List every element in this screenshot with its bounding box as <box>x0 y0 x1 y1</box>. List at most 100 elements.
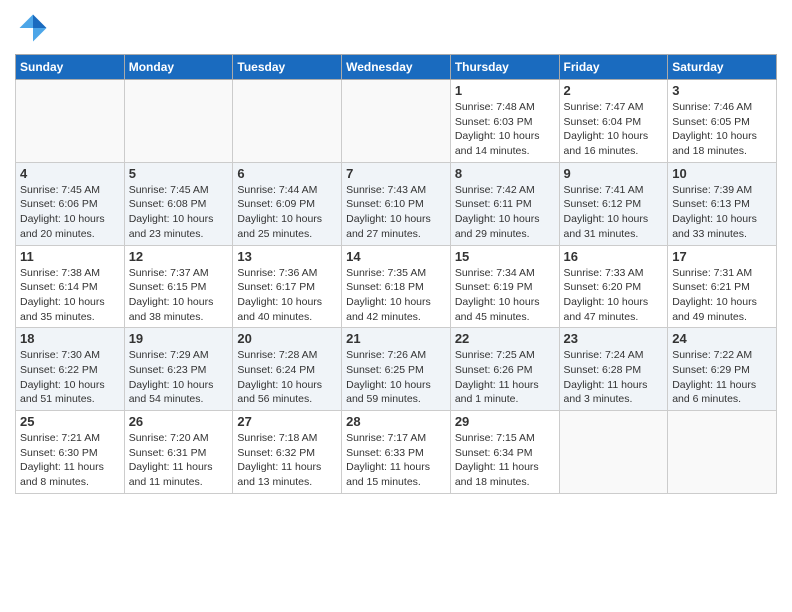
day-info: Sunrise: 7:41 AM Sunset: 6:12 PM Dayligh… <box>564 183 664 242</box>
day-number: 21 <box>346 331 446 346</box>
day-cell: 21Sunrise: 7:26 AM Sunset: 6:25 PM Dayli… <box>342 328 451 411</box>
day-cell: 27 Sunrise: 7:18 AM Sunset: 6:32 PM Dayli… <box>233 411 342 494</box>
calendar-header: SundayMondayTuesdayWednesdayThursdayFrid… <box>16 55 777 80</box>
day-info: Sunrise: 7:47 AM Sunset: 6:04 PM Dayligh… <box>564 100 664 159</box>
week-row-4: 18 Sunrise: 7:30 AM Sunset: 6:22 PM Dayli… <box>16 328 777 411</box>
day-info: Sunrise: 7:39 AM Sunset: 6:13 PM Dayligh… <box>672 183 772 242</box>
day-number: 15 <box>455 249 555 264</box>
day-cell: 2 Sunrise: 7:47 AM Sunset: 6:04 PM Daylig… <box>559 80 668 163</box>
day-cell: 7 Sunrise: 7:43 AM Sunset: 6:10 PM Daylig… <box>342 162 451 245</box>
day-number: 6 <box>237 166 337 181</box>
day-cell: 6 Sunrise: 7:44 AM Sunset: 6:09 PM Daylig… <box>233 162 342 245</box>
day-info: Sunrise: 7:28 AM Sunset: 6:24 PM Dayligh… <box>237 348 337 407</box>
day-info: Sunrise: 7:18 AM Sunset: 6:32 PM Dayligh… <box>237 431 337 490</box>
week-row-5: 25 Sunrise: 7:21 AM Sunset: 6:30 PM Dayli… <box>16 411 777 494</box>
day-number: 29 <box>455 414 555 429</box>
day-cell: 10 Sunrise: 7:39 AM Sunset: 6:13 PM Dayli… <box>668 162 777 245</box>
day-cell: 22Sunrise: 7:25 AM Sunset: 6:26 PM Dayli… <box>450 328 559 411</box>
day-info: Sunrise: 7:25 AM Sunset: 6:26 PM Dayligh… <box>455 348 555 407</box>
day-info: Sunrise: 7:34 AM Sunset: 6:19 PM Dayligh… <box>455 266 555 325</box>
day-info: Sunrise: 7:38 AM Sunset: 6:14 PM Dayligh… <box>20 266 120 325</box>
day-number: 9 <box>564 166 664 181</box>
day-number: 16 <box>564 249 664 264</box>
calendar-body: 1 Sunrise: 7:48 AM Sunset: 6:03 PM Daylig… <box>16 80 777 494</box>
day-info: Sunrise: 7:36 AM Sunset: 6:17 PM Dayligh… <box>237 266 337 325</box>
day-info: Sunrise: 7:15 AM Sunset: 6:34 PM Dayligh… <box>455 431 555 490</box>
day-info: Sunrise: 7:24 AM Sunset: 6:28 PM Dayligh… <box>564 348 664 407</box>
day-cell: 18 Sunrise: 7:30 AM Sunset: 6:22 PM Dayli… <box>16 328 125 411</box>
col-header-monday: Monday <box>124 55 233 80</box>
day-cell: 26Sunrise: 7:20 AM Sunset: 6:31 PM Dayli… <box>124 411 233 494</box>
day-cell: 11Sunrise: 7:38 AM Sunset: 6:14 PM Dayli… <box>16 245 125 328</box>
day-number: 1 <box>455 83 555 98</box>
day-info: Sunrise: 7:46 AM Sunset: 6:05 PM Dayligh… <box>672 100 772 159</box>
day-info: Sunrise: 7:45 AM Sunset: 6:08 PM Dayligh… <box>129 183 229 242</box>
day-number: 18 <box>20 331 120 346</box>
day-number: 2 <box>564 83 664 98</box>
day-cell <box>233 80 342 163</box>
day-number: 27 <box>237 414 337 429</box>
day-info: Sunrise: 7:22 AM Sunset: 6:29 PM Dayligh… <box>672 348 772 407</box>
day-number: 24 <box>672 331 772 346</box>
week-row-2: 4 Sunrise: 7:45 AM Sunset: 6:06 PM Daylig… <box>16 162 777 245</box>
calendar-table: SundayMondayTuesdayWednesdayThursdayFrid… <box>15 54 777 494</box>
day-info: Sunrise: 7:43 AM Sunset: 6:10 PM Dayligh… <box>346 183 446 242</box>
day-number: 10 <box>672 166 772 181</box>
day-number: 7 <box>346 166 446 181</box>
day-cell: 15 Sunrise: 7:34 AM Sunset: 6:19 PM Dayli… <box>450 245 559 328</box>
day-number: 23 <box>564 331 664 346</box>
day-cell: 16 Sunrise: 7:33 AM Sunset: 6:20 PM Dayli… <box>559 245 668 328</box>
col-header-friday: Friday <box>559 55 668 80</box>
day-cell: 19 Sunrise: 7:29 AM Sunset: 6:23 PM Dayli… <box>124 328 233 411</box>
col-header-wednesday: Wednesday <box>342 55 451 80</box>
day-number: 13 <box>237 249 337 264</box>
day-cell: 17Sunrise: 7:31 AM Sunset: 6:21 PM Dayli… <box>668 245 777 328</box>
day-number: 25 <box>20 414 120 429</box>
day-cell: 14 Sunrise: 7:35 AM Sunset: 6:18 PM Dayli… <box>342 245 451 328</box>
day-info: Sunrise: 7:30 AM Sunset: 6:22 PM Dayligh… <box>20 348 120 407</box>
day-number: 26 <box>129 414 229 429</box>
day-cell: 13 Sunrise: 7:36 AM Sunset: 6:17 PM Dayli… <box>233 245 342 328</box>
day-info: Sunrise: 7:45 AM Sunset: 6:06 PM Dayligh… <box>20 183 120 242</box>
day-cell: 28 Sunrise: 7:17 AM Sunset: 6:33 PM Dayli… <box>342 411 451 494</box>
page: SundayMondayTuesdayWednesdayThursdayFrid… <box>0 0 792 612</box>
day-number: 4 <box>20 166 120 181</box>
day-number: 20 <box>237 331 337 346</box>
day-cell: 25 Sunrise: 7:21 AM Sunset: 6:30 PM Dayli… <box>16 411 125 494</box>
day-cell: 23 Sunrise: 7:24 AM Sunset: 6:28 PM Dayli… <box>559 328 668 411</box>
week-row-3: 11Sunrise: 7:38 AM Sunset: 6:14 PM Dayli… <box>16 245 777 328</box>
day-info: Sunrise: 7:33 AM Sunset: 6:20 PM Dayligh… <box>564 266 664 325</box>
day-cell: 12Sunrise: 7:37 AM Sunset: 6:15 PM Dayli… <box>124 245 233 328</box>
col-header-sunday: Sunday <box>16 55 125 80</box>
day-info: Sunrise: 7:17 AM Sunset: 6:33 PM Dayligh… <box>346 431 446 490</box>
day-cell <box>342 80 451 163</box>
logo-icon <box>15 10 51 46</box>
day-cell: 1 Sunrise: 7:48 AM Sunset: 6:03 PM Daylig… <box>450 80 559 163</box>
day-info: Sunrise: 7:44 AM Sunset: 6:09 PM Dayligh… <box>237 183 337 242</box>
day-cell <box>559 411 668 494</box>
day-number: 3 <box>672 83 772 98</box>
day-cell: 20 Sunrise: 7:28 AM Sunset: 6:24 PM Dayli… <box>233 328 342 411</box>
day-info: Sunrise: 7:35 AM Sunset: 6:18 PM Dayligh… <box>346 266 446 325</box>
day-cell: 3 Sunrise: 7:46 AM Sunset: 6:05 PM Daylig… <box>668 80 777 163</box>
col-header-tuesday: Tuesday <box>233 55 342 80</box>
day-cell: 9 Sunrise: 7:41 AM Sunset: 6:12 PM Daylig… <box>559 162 668 245</box>
day-number: 8 <box>455 166 555 181</box>
day-cell: 24 Sunrise: 7:22 AM Sunset: 6:29 PM Dayli… <box>668 328 777 411</box>
day-info: Sunrise: 7:37 AM Sunset: 6:15 PM Dayligh… <box>129 266 229 325</box>
day-number: 14 <box>346 249 446 264</box>
day-info: Sunrise: 7:29 AM Sunset: 6:23 PM Dayligh… <box>129 348 229 407</box>
day-cell: 8 Sunrise: 7:42 AM Sunset: 6:11 PM Daylig… <box>450 162 559 245</box>
day-info: Sunrise: 7:42 AM Sunset: 6:11 PM Dayligh… <box>455 183 555 242</box>
day-cell <box>668 411 777 494</box>
day-info: Sunrise: 7:48 AM Sunset: 6:03 PM Dayligh… <box>455 100 555 159</box>
col-header-thursday: Thursday <box>450 55 559 80</box>
header-row: SundayMondayTuesdayWednesdayThursdayFrid… <box>16 55 777 80</box>
header <box>15 10 777 46</box>
day-number: 5 <box>129 166 229 181</box>
col-header-saturday: Saturday <box>668 55 777 80</box>
day-info: Sunrise: 7:21 AM Sunset: 6:30 PM Dayligh… <box>20 431 120 490</box>
day-number: 19 <box>129 331 229 346</box>
day-number: 28 <box>346 414 446 429</box>
day-cell: 4 Sunrise: 7:45 AM Sunset: 6:06 PM Daylig… <box>16 162 125 245</box>
